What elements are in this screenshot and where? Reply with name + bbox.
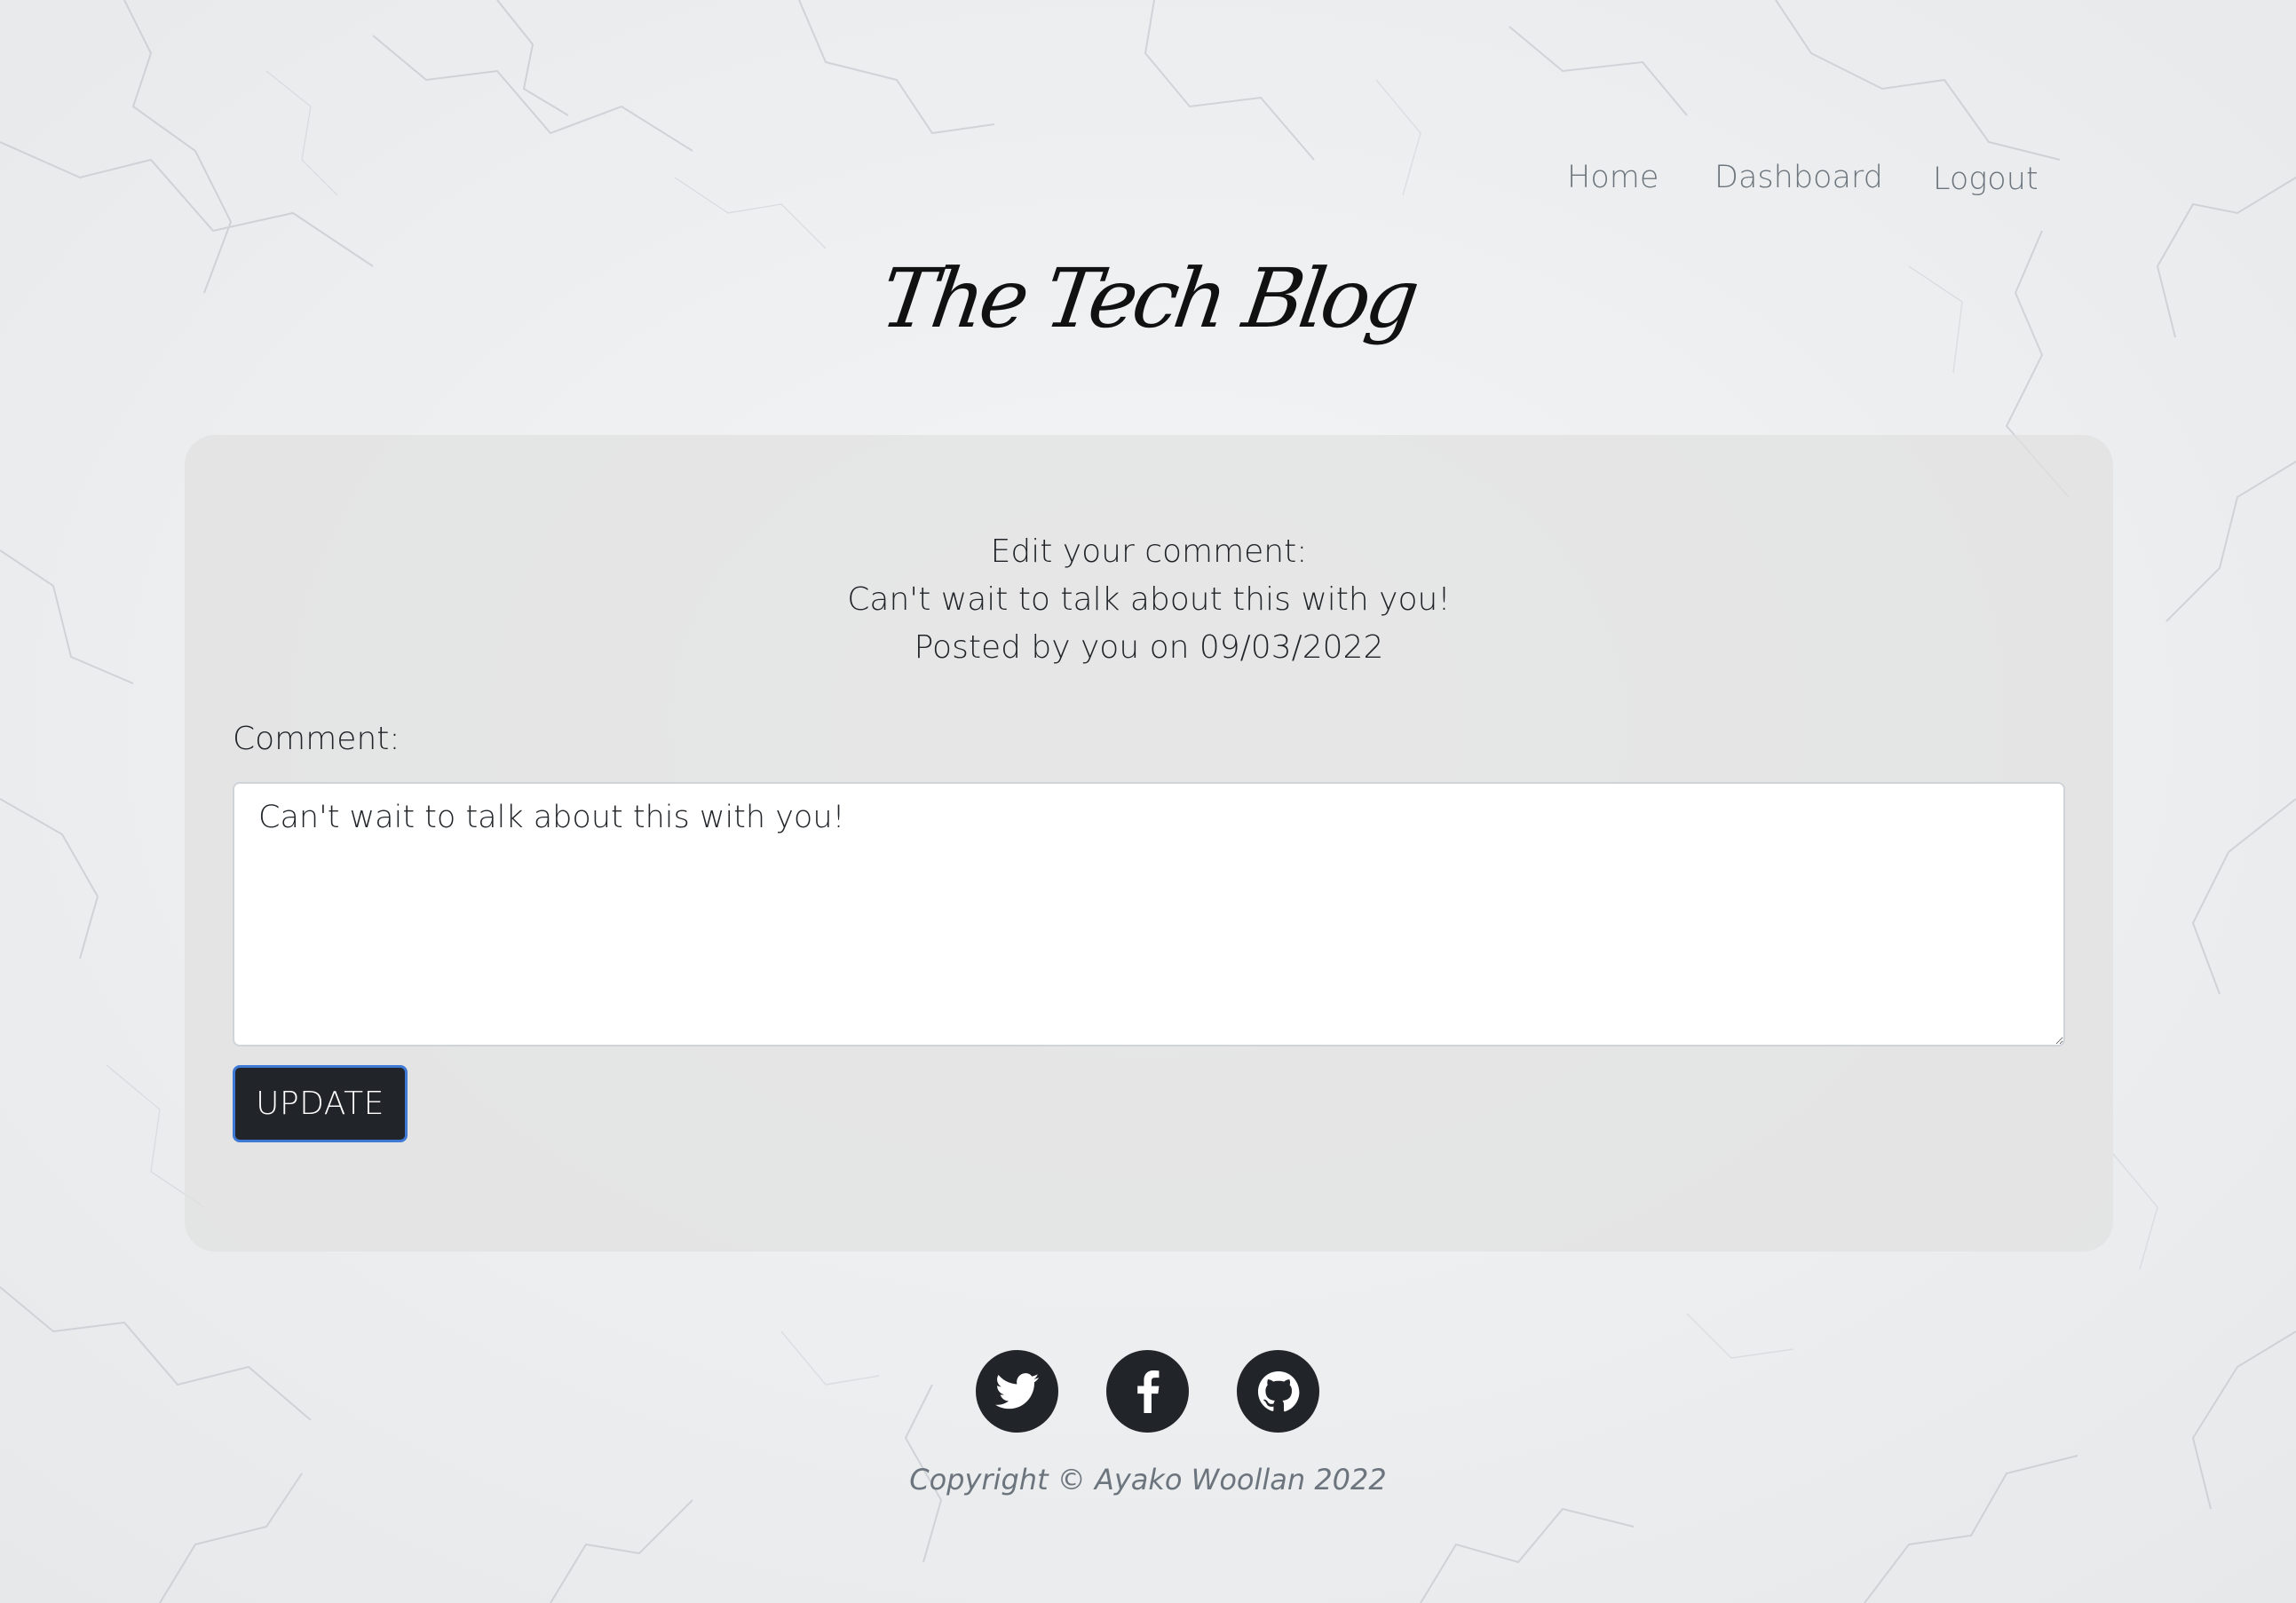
comment-header: Edit your comment: Can't wait to talk ab… — [185, 528, 2113, 672]
github-icon — [1257, 1370, 1299, 1411]
facebook-link[interactable] — [1106, 1350, 1189, 1433]
nav-dashboard-link[interactable]: Dashboard — [1714, 160, 1883, 195]
twitter-icon — [994, 1372, 1039, 1409]
comment-field-label: Comment: — [233, 721, 400, 757]
social-links — [0, 1350, 2296, 1433]
github-link[interactable] — [1237, 1350, 1319, 1433]
site-title[interactable]: The Tech Blog — [0, 250, 2296, 348]
edit-comment-card: Edit your comment: Can't wait to talk ab… — [185, 435, 2113, 1252]
nav-logout-link[interactable]: Logout — [1933, 162, 2039, 197]
posted-by-text: Posted by you on 09/03/2022 — [914, 629, 1384, 666]
top-nav: Home Dashboard Logout — [1527, 160, 2060, 213]
update-button[interactable]: UPDATE — [233, 1065, 408, 1142]
twitter-link[interactable] — [976, 1350, 1058, 1433]
copyright-text: Copyright © Ayako Woollan 2022 — [909, 1463, 1387, 1496]
nav-home-link[interactable]: Home — [1567, 160, 1659, 195]
facebook-icon — [1136, 1370, 1159, 1413]
original-comment-text: Can't wait to talk about this with you! — [847, 581, 1451, 618]
comment-textarea[interactable]: Can't wait to talk about this with you! — [233, 782, 2065, 1046]
edit-heading: Edit your comment: — [990, 533, 1308, 570]
